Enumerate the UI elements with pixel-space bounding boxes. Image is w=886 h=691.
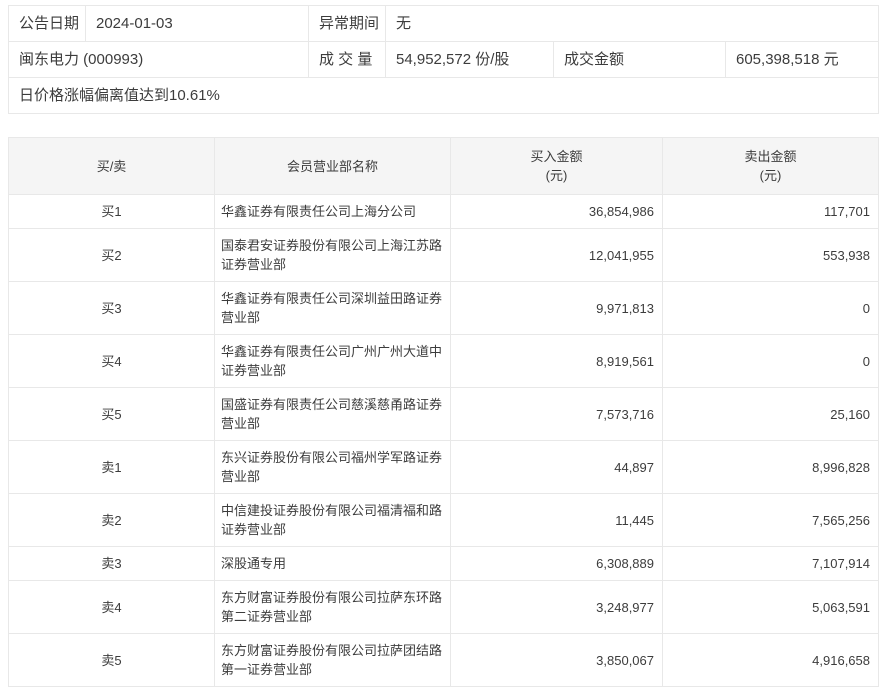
- header-side: 买/卖: [8, 137, 215, 195]
- table-row: 卖5 东方财富证券股份有限公司拉萨团结路第一证券营业部 3,850,067 4,…: [8, 633, 879, 687]
- header-broker-name: 会员营业部名称: [214, 137, 451, 195]
- broker-name-cell: 中信建投证券股份有限公司福清福和路证券营业部: [214, 493, 451, 547]
- abnormal-period-label: 异常期间: [308, 5, 386, 42]
- side-cell: 买4: [8, 334, 215, 388]
- volume-label: 成 交 量: [308, 41, 386, 78]
- sell-amount-cell: 0: [662, 281, 879, 335]
- summary-row-1: 公告日期 2024-01-03 异常期间 无: [8, 5, 880, 42]
- side-cell: 买5: [8, 387, 215, 441]
- table-header-row: 买/卖 会员营业部名称 买入金额 (元) 卖出金额 (元): [8, 137, 879, 195]
- sell-amount-cell: 4,916,658: [662, 633, 879, 687]
- buy-amount-cell: 3,850,067: [450, 633, 663, 687]
- buy-amount-cell: 3,248,977: [450, 580, 663, 634]
- header-sell-amount-unit: (元): [759, 168, 782, 183]
- sell-amount-cell: 0: [662, 334, 879, 388]
- header-sell-amount-label: 卖出金额: [744, 149, 797, 164]
- broker-name-cell: 东方财富证券股份有限公司拉萨团结路第一证券营业部: [214, 633, 451, 687]
- sell-amount-cell: 117,701: [662, 194, 879, 229]
- table-row: 卖1 东兴证券股份有限公司福州学军路证券营业部 44,897 8,996,828: [8, 440, 879, 494]
- sell-amount-cell: 553,938: [662, 228, 879, 282]
- side-cell: 买2: [8, 228, 215, 282]
- broker-name-cell: 东兴证券股份有限公司福州学军路证券营业部: [214, 440, 451, 494]
- buy-amount-cell: 9,971,813: [450, 281, 663, 335]
- broker-name-cell: 国泰君安证券股份有限公司上海江苏路证券营业部: [214, 228, 451, 282]
- broker-name-cell: 华鑫证券有限责任公司上海分公司: [214, 194, 451, 229]
- broker-name-cell: 国盛证券有限责任公司慈溪慈甬路证券营业部: [214, 387, 451, 441]
- deviation-note: 日价格涨幅偏离值达到10.61%: [7, 77, 880, 114]
- side-cell: 卖1: [8, 440, 215, 494]
- broker-name-cell: 东方财富证券股份有限公司拉萨东环路第二证券营业部: [214, 580, 451, 634]
- sell-amount-cell: 7,107,914: [662, 546, 879, 581]
- buy-amount-cell: 7,573,716: [450, 387, 663, 441]
- turnover-value: 605,398,518 元: [724, 41, 880, 78]
- broker-name-cell: 华鑫证券有限责任公司广州广州大道中证券营业部: [214, 334, 451, 388]
- announce-date-value: 2024-01-03: [85, 5, 309, 42]
- volume-value: 54,952,572 份/股: [385, 41, 554, 78]
- buy-amount-cell: 11,445: [450, 493, 663, 547]
- table-row: 买3 华鑫证券有限责任公司深圳益田路证券营业部 9,971,813 0: [8, 281, 879, 335]
- sell-amount-cell: 8,996,828: [662, 440, 879, 494]
- abnormal-period-value: 无: [384, 5, 880, 42]
- page: 公告日期 2024-01-03 异常期间 无 闽东电力 (000993) 成 交…: [0, 0, 886, 691]
- table-row: 卖3 深股通专用 6,308,889 7,107,914: [8, 546, 879, 581]
- side-cell: 买1: [8, 194, 215, 229]
- side-cell: 卖4: [8, 580, 215, 634]
- header-buy-amount: 买入金额 (元): [450, 137, 663, 195]
- table-row: 买4 华鑫证券有限责任公司广州广州大道中证券营业部 8,919,561 0: [8, 334, 879, 388]
- sell-amount-cell: 5,063,591: [662, 580, 879, 634]
- header-sell-amount: 卖出金额 (元): [662, 137, 879, 195]
- buy-amount-cell: 12,041,955: [450, 228, 663, 282]
- buy-amount-cell: 6,308,889: [450, 546, 663, 581]
- table-row: 买5 国盛证券有限责任公司慈溪慈甬路证券营业部 7,573,716 25,160: [8, 387, 879, 441]
- buy-amount-cell: 44,897: [450, 440, 663, 494]
- table-row: 买2 国泰君安证券股份有限公司上海江苏路证券营业部 12,041,955 553…: [8, 228, 879, 282]
- broker-trading-table: 买/卖 会员营业部名称 买入金额 (元) 卖出金额 (元) 买1 华鑫证券有限责…: [8, 137, 879, 687]
- header-buy-amount-label: 买入金额: [530, 149, 583, 164]
- sell-amount-cell: 25,160: [662, 387, 879, 441]
- turnover-label: 成交金额: [553, 41, 726, 78]
- sell-amount-cell: 7,565,256: [662, 493, 879, 547]
- summary-row-2: 闽东电力 (000993) 成 交 量 54,952,572 份/股 成交金额 …: [8, 41, 880, 78]
- header-buy-amount-unit: (元): [545, 168, 568, 183]
- announce-date-label: 公告日期: [8, 5, 86, 42]
- stock-name: 闽东电力 (000993): [8, 41, 309, 78]
- side-cell: 卖2: [8, 493, 215, 547]
- broker-name-cell: 深股通专用: [214, 546, 451, 581]
- side-cell: 买3: [8, 281, 215, 335]
- side-cell: 卖3: [8, 546, 215, 581]
- broker-name-cell: 华鑫证券有限责任公司深圳益田路证券营业部: [214, 281, 451, 335]
- summary-table: 公告日期 2024-01-03 异常期间 无 闽东电力 (000993) 成 交…: [7, 5, 880, 114]
- side-cell: 卖5: [8, 633, 215, 687]
- buy-amount-cell: 8,919,561: [450, 334, 663, 388]
- buy-amount-cell: 36,854,986: [450, 194, 663, 229]
- table-row: 卖4 东方财富证券股份有限公司拉萨东环路第二证券营业部 3,248,977 5,…: [8, 580, 879, 634]
- table-row: 买1 华鑫证券有限责任公司上海分公司 36,854,986 117,701: [8, 194, 879, 229]
- table-row: 卖2 中信建投证券股份有限公司福清福和路证券营业部 11,445 7,565,2…: [8, 493, 879, 547]
- summary-row-3: 日价格涨幅偏离值达到10.61%: [7, 77, 880, 114]
